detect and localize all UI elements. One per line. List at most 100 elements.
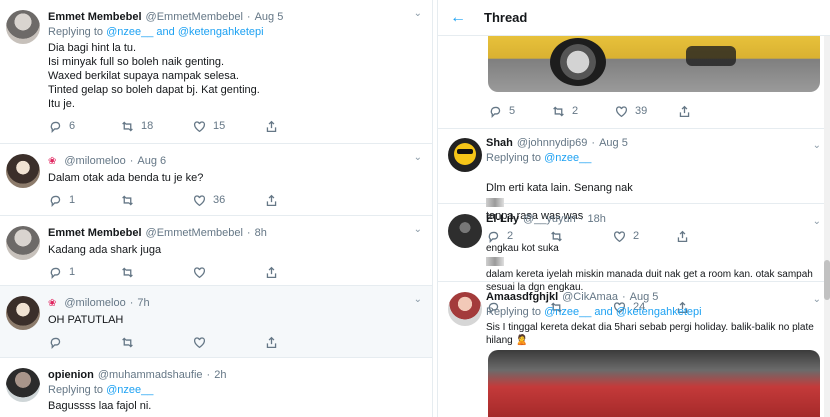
avatar[interactable] — [448, 138, 482, 172]
thread-header: ← Thread — [438, 0, 830, 36]
retweet-button[interactable]: 18 — [120, 119, 192, 133]
share-icon — [264, 265, 278, 279]
timestamp[interactable]: Aug 5 — [255, 10, 284, 25]
display-name[interactable]: Emmet Membebel — [48, 226, 142, 241]
share-button[interactable] — [264, 193, 336, 207]
timestamp[interactable]: 7h — [137, 296, 149, 311]
tweet[interactable]: ⌄ El-Lily @__yuyun · 18h engkau kot suka… — [438, 208, 830, 314]
tweet[interactable]: ⌄ ❀ @milomeloo · Aug 6 Dalam otak ada be… — [0, 144, 432, 216]
back-arrow-icon[interactable]: ← — [450, 9, 466, 27]
timestamp[interactable]: 8h — [255, 226, 267, 241]
replying-links[interactable]: @nzee__ and @ketengahketepi — [106, 26, 264, 38]
share-button[interactable] — [264, 265, 336, 279]
like-button[interactable] — [192, 335, 264, 349]
reply-count: 5 — [509, 105, 516, 117]
tweet[interactable]: ⌄ Emmet Membebel @EmmetMembebel · 8h Kad… — [0, 216, 432, 286]
retweet-button[interactable]: 2 — [551, 104, 614, 118]
user-handle[interactable]: @__yuyun — [523, 212, 576, 227]
replying-label: Replying to — [48, 384, 104, 396]
reply-count: 1 — [69, 194, 76, 206]
like-count: 15 — [213, 120, 226, 132]
avatar[interactable] — [6, 368, 40, 402]
tweet-text: Dia bagi hint la tu. Isi minyak full so … — [48, 42, 260, 110]
tweet-text: Kadang ada shark juga — [48, 244, 162, 256]
reply-button[interactable]: 5 — [488, 104, 551, 118]
user-handle[interactable]: @EmmetMembebel — [146, 10, 243, 25]
thread-title: Thread — [484, 10, 528, 25]
retweet-button[interactable] — [120, 193, 192, 207]
avatar[interactable] — [448, 214, 482, 248]
tweet-photo[interactable] — [488, 350, 820, 417]
chevron-down-icon[interactable]: ⌄ — [414, 294, 422, 305]
like-button[interactable] — [192, 265, 264, 279]
share-button[interactable] — [264, 119, 336, 133]
display-name[interactable]: Emmet Membebel — [48, 10, 142, 25]
heart-icon — [614, 104, 628, 118]
avatar[interactable] — [6, 10, 40, 44]
tweet[interactable]: ⌄ Emmet Membebel @EmmetMembebel · Aug 5 … — [0, 0, 432, 144]
separator-dot: · — [246, 11, 251, 23]
user-handle[interactable]: @milomeloo — [64, 154, 125, 169]
replying-to: Replying to @nzee__ and @ketengahketepi — [48, 25, 422, 39]
tweet-actions: 5 2 39 — [488, 104, 740, 118]
share-icon — [264, 335, 278, 349]
tweet[interactable]: ⌄ Shah @johnnydip69 · Aug 5 Replying to … — [438, 132, 830, 243]
retweet-button[interactable] — [120, 265, 192, 279]
separator-dot: · — [579, 213, 584, 225]
separator-dot: · — [129, 155, 134, 167]
replying-links[interactable]: @nzee__ — [106, 384, 153, 396]
display-name[interactable]: Amaasdfghjkl — [486, 290, 558, 305]
timestamp[interactable]: 2h — [214, 368, 226, 383]
tweet-content: Amaasdfghjkl @CikAmaa · Aug 5 Replying t… — [486, 290, 819, 347]
reply-button[interactable]: 6 — [48, 119, 120, 133]
user-handle[interactable]: @EmmetMembebel — [146, 226, 243, 241]
user-handle[interactable]: @johnnydip69 — [517, 136, 588, 151]
display-name[interactable]: Shah — [486, 136, 513, 151]
reply-count: 6 — [69, 120, 76, 132]
tweet[interactable]: opienion @muhammadshaufie · 2h Replying … — [0, 358, 432, 417]
scrollbar-thumb[interactable] — [824, 260, 830, 300]
left-feed: ⌄ Emmet Membebel @EmmetMembebel · Aug 5 … — [0, 0, 433, 417]
avatar[interactable] — [6, 296, 40, 330]
chevron-down-icon[interactable]: ⌄ — [414, 152, 422, 163]
display-name[interactable]: El-Lily — [486, 212, 519, 227]
share-button[interactable] — [264, 335, 336, 349]
timestamp[interactable]: 18h — [587, 212, 605, 227]
chevron-down-icon[interactable]: ⌄ — [414, 8, 422, 19]
avatar[interactable] — [6, 154, 40, 188]
timestamp[interactable]: Aug 5 — [630, 290, 659, 305]
tweet-photo[interactable] — [488, 36, 820, 92]
replying-label: Replying to — [486, 306, 542, 318]
tweet-actions — [48, 335, 422, 349]
user-handle[interactable]: @CikAmaa — [562, 290, 618, 305]
user-handle[interactable]: @muhammadshaufie — [98, 368, 203, 383]
reply-button[interactable] — [48, 335, 120, 349]
timestamp[interactable]: Aug 5 — [599, 136, 628, 151]
scrollbar[interactable] — [824, 0, 830, 417]
replying-links[interactable]: @nzee__ and @ketengahketepi — [544, 306, 702, 318]
share-button[interactable] — [677, 104, 740, 118]
avatar[interactable] — [6, 226, 40, 260]
tweet[interactable]: ⌄ ❀ @milomeloo · 7h OH PATUTLAH — [0, 286, 432, 358]
timestamp[interactable]: Aug 6 — [137, 154, 166, 169]
reply-button[interactable]: 1 — [48, 265, 120, 279]
divider — [438, 128, 830, 129]
like-button[interactable]: 36 — [192, 193, 264, 207]
separator-dot: · — [246, 227, 251, 239]
flower-emoji-icon: ❀ — [48, 298, 57, 309]
retweet-icon — [120, 193, 134, 207]
retweet-button[interactable] — [120, 335, 192, 349]
chevron-down-icon[interactable]: ⌄ — [414, 224, 422, 235]
like-count: 39 — [635, 105, 648, 117]
car-wheel-photo — [550, 38, 606, 86]
reply-button[interactable]: 1 — [48, 193, 120, 207]
replying-to: Replying to @nzee__ — [486, 151, 819, 165]
retweet-icon — [120, 335, 134, 349]
display-name[interactable]: opienion — [48, 368, 94, 383]
like-button[interactable]: 39 — [614, 104, 677, 118]
user-handle[interactable]: @milomeloo — [64, 296, 125, 311]
avatar[interactable] — [448, 292, 482, 326]
like-button[interactable]: 15 — [192, 119, 264, 133]
reply-icon — [48, 119, 62, 133]
replying-links[interactable]: @nzee__ — [544, 152, 591, 164]
